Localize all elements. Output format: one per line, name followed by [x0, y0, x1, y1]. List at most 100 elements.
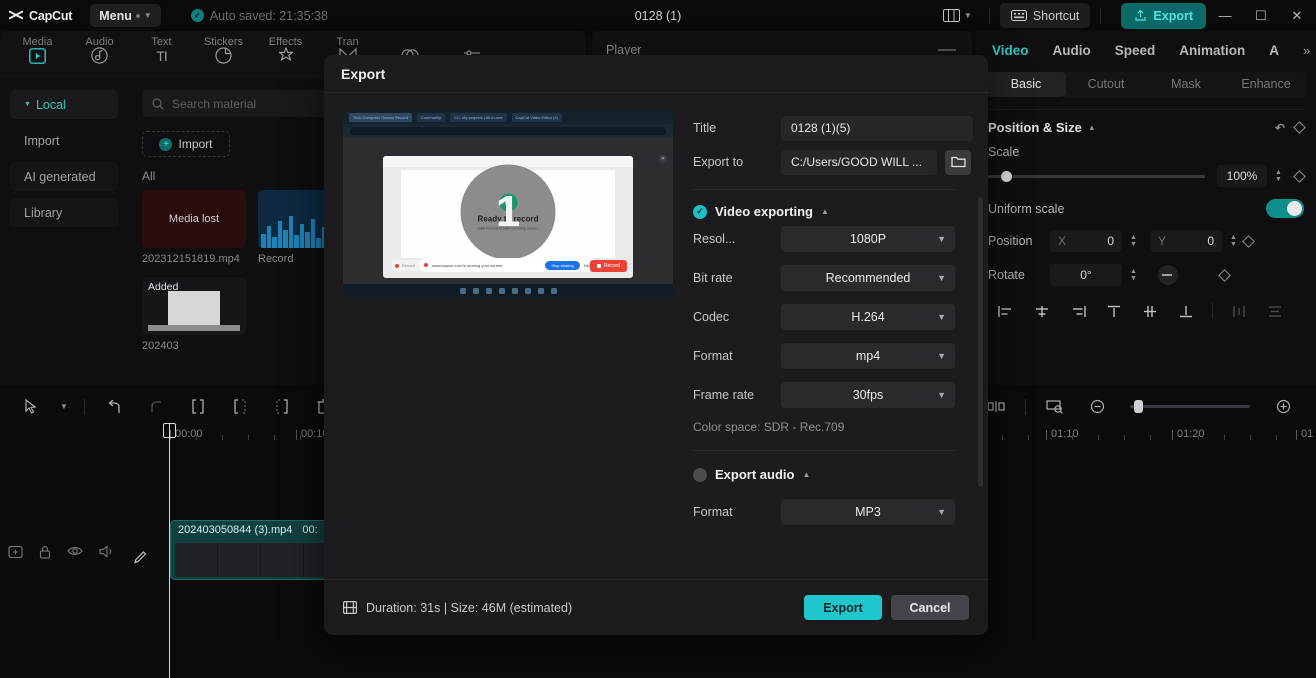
title-input[interactable]: 0128 (1)(5) — [781, 115, 973, 141]
align-middle-icon[interactable] — [1132, 300, 1168, 322]
position-x-stepper[interactable]: ▲ ▼ — [1127, 234, 1140, 248]
tab-label: Media — [22, 36, 53, 48]
player-collapse-icon[interactable] — [938, 49, 956, 51]
reset-icon[interactable]: ↶ — [1275, 121, 1285, 135]
keyframe-icon[interactable] — [1293, 169, 1306, 183]
codec-label: Codec — [693, 309, 730, 324]
eye-icon[interactable] — [67, 545, 83, 559]
distribute-horizontal-icon[interactable] — [1221, 300, 1257, 322]
resolution-select[interactable]: 1080P ▼ — [781, 225, 955, 252]
zoom-in-icon[interactable] — [1262, 390, 1304, 423]
tab-audio[interactable]: Audio — [1053, 43, 1091, 58]
zoom-out-icon[interactable] — [1076, 390, 1118, 423]
list-item[interactable]: Added 202403 — [142, 277, 246, 352]
export-confirm-button[interactable]: Export — [804, 595, 882, 620]
position-y-field[interactable]: Y 0 — [1150, 230, 1222, 252]
keyframe-icon[interactable] — [1242, 234, 1255, 248]
zoom-slider[interactable] — [1130, 400, 1250, 413]
scale-value[interactable]: 100% — [1217, 165, 1267, 187]
export-audio-checkbox[interactable] — [693, 467, 707, 482]
color-space-text: Color space: SDR - Rec.709 — [693, 420, 845, 434]
trim-left-icon[interactable] — [219, 390, 261, 423]
export-audio-label: Export audio — [715, 467, 795, 482]
more-tabs-icon[interactable]: » — [1303, 43, 1310, 58]
framerate-select[interactable]: 30fps ▼ — [781, 381, 955, 408]
dialog-scrollbar[interactable] — [978, 197, 983, 487]
video-exporting-checkbox[interactable]: ✓ — [693, 204, 707, 219]
tab-adjust[interactable]: A — [1269, 43, 1279, 58]
media-thumbnail[interactable]: Media lost — [142, 190, 246, 248]
subtab-cutout[interactable]: Cutout — [1066, 72, 1146, 97]
chevron-up-icon[interactable]: ▲ — [821, 207, 829, 216]
slider-knob[interactable] — [1001, 170, 1013, 182]
subtab-enhance[interactable]: Enhance — [1226, 72, 1306, 97]
playhead[interactable] — [169, 423, 170, 678]
browse-folder-button[interactable] — [945, 149, 971, 175]
tab-speed[interactable]: Speed — [1115, 43, 1156, 58]
split-icon[interactable] — [177, 390, 219, 423]
redo-icon[interactable] — [135, 390, 177, 423]
edit-clip-icon[interactable] — [133, 550, 148, 565]
tab-label: Audio — [85, 36, 114, 48]
distribute-vertical-icon[interactable] — [1257, 300, 1293, 322]
bitrate-select[interactable]: Recommended ▼ — [781, 264, 955, 291]
export-audio-group-header: Export audio ▲ — [693, 467, 973, 482]
sidebar-item-local[interactable]: ▼ Local — [10, 90, 118, 119]
tab-audio[interactable]: Audio — [70, 36, 129, 65]
tab-video[interactable]: Video — [992, 43, 1029, 58]
chevron-up-icon[interactable]: ▲ — [1088, 123, 1096, 132]
uniform-scale-toggle[interactable] — [1266, 199, 1304, 218]
subtab-basic[interactable]: Basic — [986, 72, 1066, 97]
properties-panel: Video Audio Speed Animation A » Basic Cu… — [976, 31, 1316, 385]
browser-urlbar — [343, 124, 673, 137]
slider-knob[interactable] — [1134, 400, 1143, 413]
import-button[interactable]: + Import — [142, 131, 230, 157]
trim-right-icon[interactable] — [261, 390, 303, 423]
select-dropdown-icon[interactable]: ▼ — [52, 390, 76, 423]
scale-stepper[interactable]: ▲ ▼ — [1272, 169, 1285, 183]
tab-stickers[interactable]: Stickers — [194, 36, 253, 65]
zoom-to-fit-icon[interactable] — [1034, 390, 1076, 423]
codec-select[interactable]: H.264 ▼ — [781, 303, 955, 330]
sidebar-item-ai-generated[interactable]: AI generated — [10, 162, 118, 191]
video-exporting-label: Video exporting — [715, 204, 813, 219]
clip-name: 202403050844 (3).mp4 — [178, 524, 293, 536]
add-track-icon[interactable] — [8, 545, 23, 559]
align-right-icon[interactable] — [1060, 300, 1096, 322]
preview-column: Tech Computer Screen Record Community CC… — [324, 111, 673, 597]
lock-track-icon[interactable] — [39, 545, 51, 559]
rotate-dial[interactable] — [1158, 265, 1178, 285]
tab-text[interactable]: TI Text — [132, 36, 191, 65]
scale-slider[interactable] — [988, 170, 1205, 182]
tab-effects[interactable]: Effects — [256, 36, 315, 65]
chevron-up-icon[interactable]: ▲ — [802, 470, 810, 479]
format-select[interactable]: mp4 ▼ — [781, 342, 955, 369]
keyframe-icon[interactable] — [1293, 121, 1306, 134]
list-item[interactable]: Media lost 202312151819.mp4 — [142, 190, 246, 265]
tab-animation[interactable]: Animation — [1179, 43, 1245, 58]
media-thumbnail[interactable]: Added — [142, 277, 246, 335]
audio-format-select[interactable]: MP3 ▼ — [781, 498, 955, 525]
sidebar-item-import[interactable]: Import — [10, 126, 118, 155]
align-center-horizontal-icon[interactable] — [1024, 300, 1060, 322]
align-left-icon[interactable] — [988, 300, 1024, 322]
media-caption: 202312151819.mp4 — [142, 253, 240, 265]
rotate-field[interactable]: 0° — [1050, 264, 1122, 286]
align-bottom-icon[interactable] — [1168, 300, 1204, 322]
position-x-field[interactable]: X 0 — [1050, 230, 1122, 252]
select-tool-icon[interactable] — [10, 390, 52, 423]
position-y-stepper[interactable]: ▲ ▼ — [1227, 234, 1240, 248]
mute-icon[interactable] — [99, 545, 115, 559]
keyframe-icon[interactable] — [1218, 268, 1231, 282]
browser-tab: Tech Computer Screen Record — [349, 113, 412, 122]
cancel-button[interactable]: Cancel — [891, 595, 969, 620]
subtab-mask[interactable]: Mask — [1146, 72, 1226, 97]
rotate-stepper[interactable]: ▲ ▼ — [1127, 268, 1140, 282]
undo-icon[interactable] — [93, 390, 135, 423]
playhead-handle[interactable] — [163, 423, 176, 438]
align-top-icon[interactable] — [1096, 300, 1132, 322]
export-path-input[interactable]: C:/Users/GOOD WILL ... — [781, 149, 937, 175]
tab-media[interactable]: Media — [8, 36, 67, 65]
record-chip-label: Record — [402, 263, 415, 268]
sidebar-item-library[interactable]: Library — [10, 198, 118, 227]
